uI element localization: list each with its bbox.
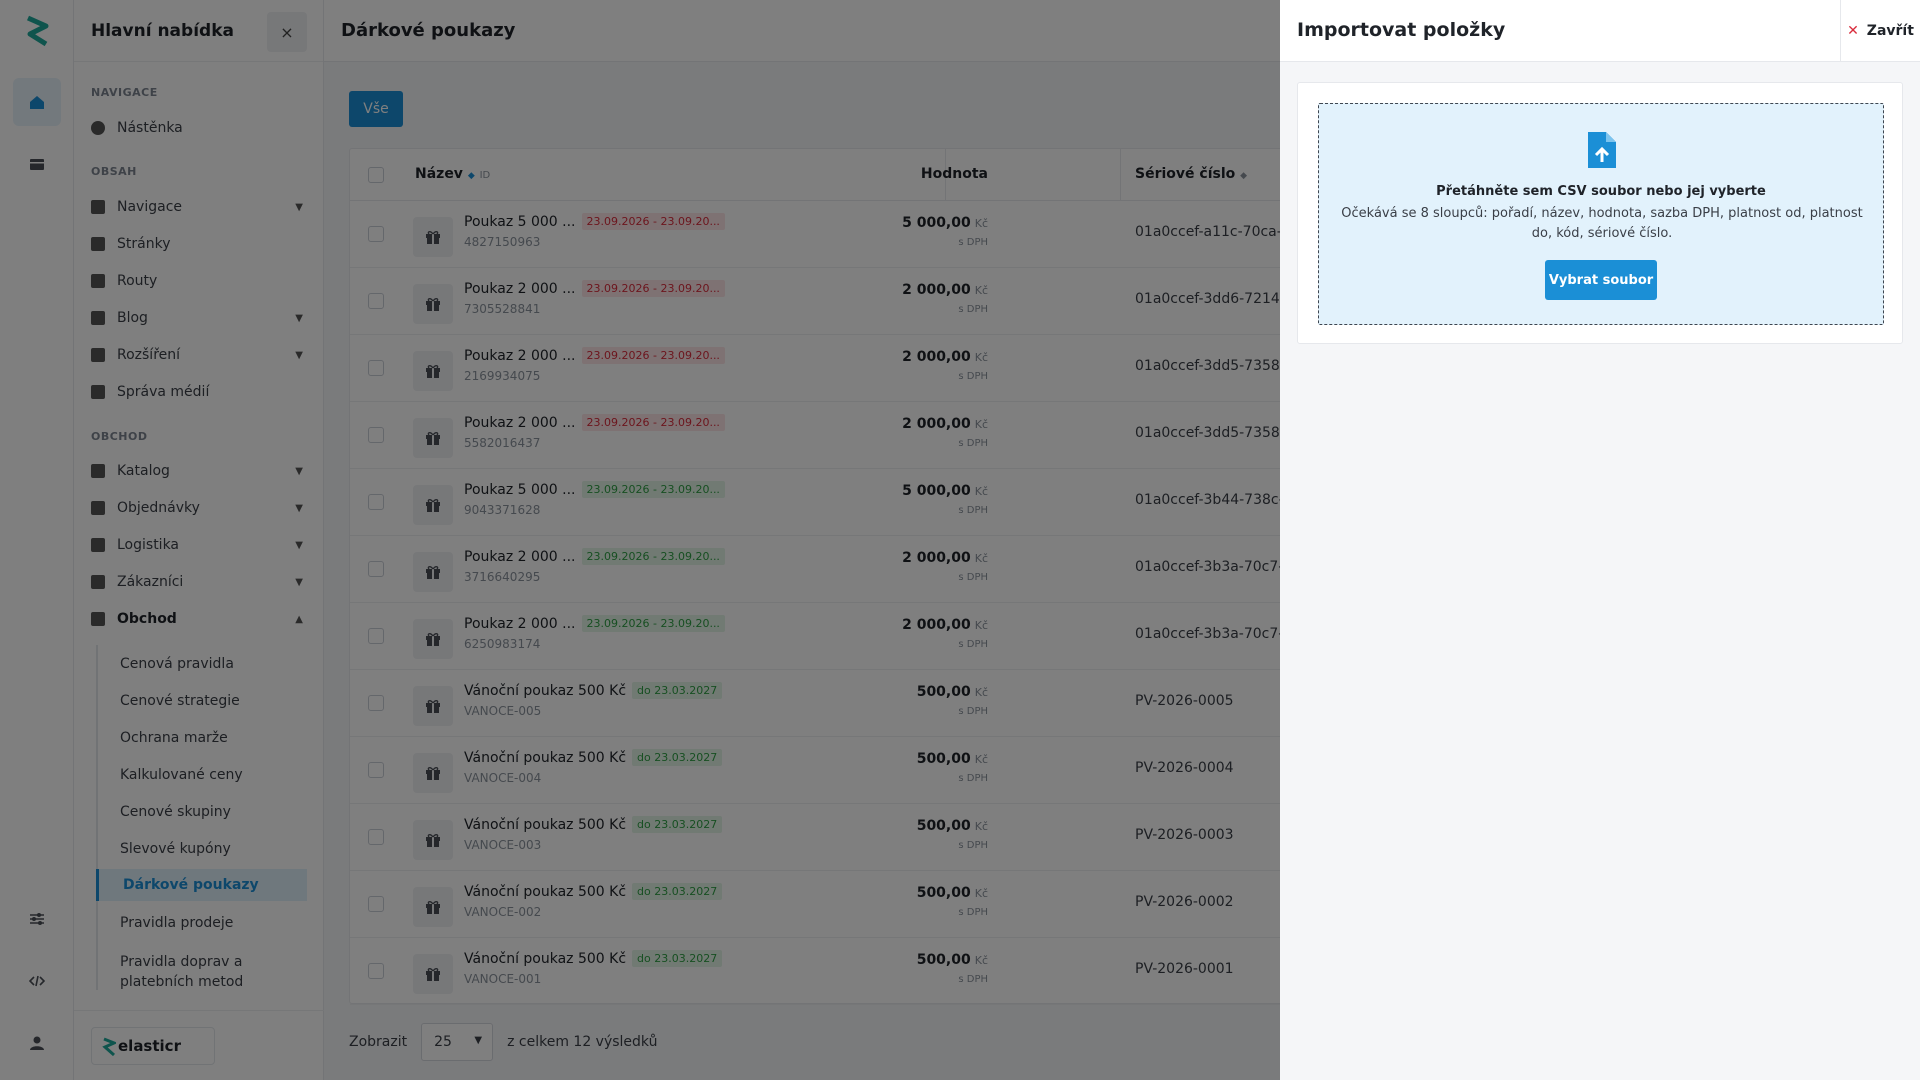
panel-header: Importovat položky ✕ Zavřít <box>1280 0 1920 62</box>
import-panel: Importovat položky ✕ Zavřít Přetáhněte se… <box>1280 0 1920 1080</box>
modal-backdrop[interactable] <box>0 0 1280 1080</box>
panel-title: Importovat položky <box>1297 19 1506 41</box>
close-icon: ✕ <box>1847 23 1859 39</box>
import-card: Přetáhněte sem CSV soubor nebo jej vyber… <box>1297 82 1903 344</box>
panel-close-label: Zavřít <box>1866 23 1914 39</box>
dropzone-title: Přetáhněte sem CSV soubor nebo jej vyber… <box>1436 184 1766 199</box>
dropzone-description: Očekává se 8 sloupců: pořadí, název, hod… <box>1341 206 1863 241</box>
select-file-button[interactable]: Vybrat soubor <box>1545 260 1657 300</box>
csv-dropzone[interactable]: Přetáhněte sem CSV soubor nebo jej vyber… <box>1318 103 1884 325</box>
file-upload-icon <box>1588 132 1616 168</box>
panel-close-button[interactable]: ✕ Zavřít <box>1840 0 1920 62</box>
